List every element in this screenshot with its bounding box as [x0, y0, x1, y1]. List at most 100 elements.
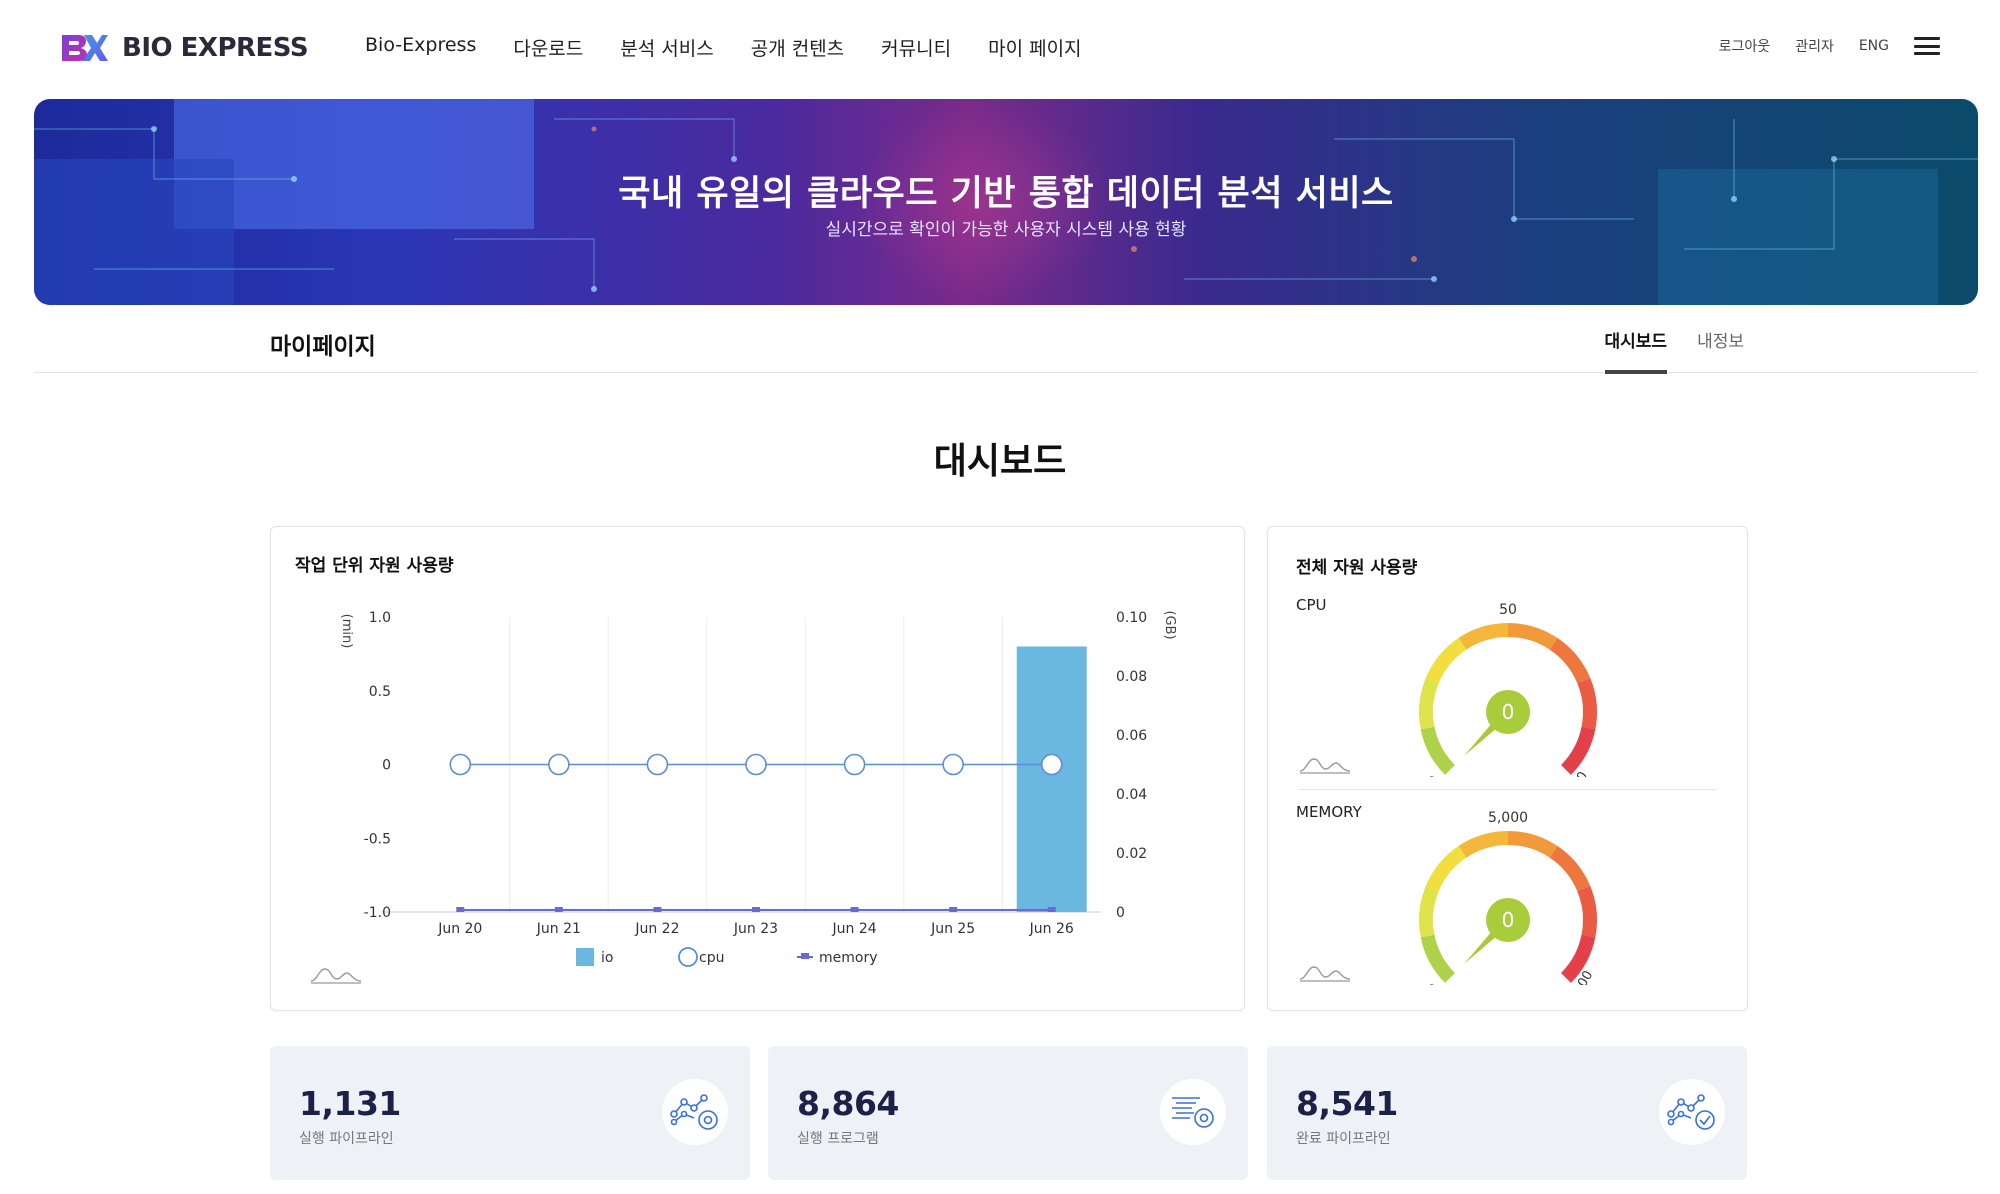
- x-axis-tick-label: Jun 21: [536, 921, 581, 937]
- left-axis-tick-label: 0.5: [369, 684, 391, 700]
- x-axis-tick-label: Jun 24: [832, 921, 877, 937]
- memory-gauge-value: 0: [1502, 908, 1515, 932]
- nav-item-analysis-service[interactable]: 분석 서비스: [620, 34, 713, 61]
- left-axis-label: (min): [339, 614, 354, 649]
- gauge-card-title: 전체 자원 사용량: [1296, 558, 1418, 578]
- cpu-gauge-arc-segment: [1420, 726, 1456, 775]
- pipeline-settings-icon: [662, 1079, 728, 1145]
- memory-point: [1047, 907, 1056, 912]
- nav-item-public-content[interactable]: 공개 컨텐츠: [751, 34, 844, 61]
- memory-point: [850, 907, 859, 912]
- right-axis-tick-label: 0.04: [1116, 787, 1147, 803]
- x-axis-tick-label: Jun 23: [733, 921, 778, 937]
- x-axis-tick-label: Jun 20: [437, 921, 482, 937]
- cpu-point: [548, 753, 570, 776]
- memory-gauge-arc-segment: [1425, 846, 1467, 892]
- legend-memory-swatch: [801, 953, 809, 959]
- admin-link[interactable]: 관리자: [1795, 36, 1834, 56]
- memory-point: [949, 907, 958, 912]
- x-axis-tick-label: Jun 26: [1029, 921, 1074, 937]
- usage-chart: 1.0 0.5 0 -0.5 -1.0 (min) 0.10 0.08 0.06 0.04 0.02…: [310, 610, 1177, 984]
- top-navigation-bar: BIO EXPRESS Bio-Express 다운로드 분석 서비스 공개 컨…: [0, 0, 2000, 98]
- bx-logo-icon: [62, 35, 108, 61]
- cpu-point: [1040, 753, 1063, 776]
- memory-gauge-arc-segment: [1458, 831, 1509, 858]
- stat-card-running-pipelines: 1,131 실행 파이프라인: [270, 1046, 750, 1180]
- job-resource-usage-card: 작업 단위 자원 사용량 1.0 0.5 0 -0.5 -1.0 (min) 0.10 0.0…: [270, 526, 1245, 1011]
- hero-banner: 국내 유일의 클라우드 기반 통합 데이터 분석 서비스 실시간으로 확인이 가…: [34, 99, 1978, 305]
- memory-gauge-mid-label: 5,000: [1488, 810, 1528, 826]
- language-link[interactable]: ENG: [1859, 38, 1889, 54]
- memory-gauge-label: MEMORY: [1296, 803, 1362, 821]
- legend-memory-label: memory: [819, 950, 878, 966]
- io-bar: [1016, 646, 1087, 912]
- right-axis-tick-label: 0.06: [1116, 728, 1147, 744]
- section-title: 대시보드: [933, 441, 1067, 482]
- page-title: 마이페이지: [270, 334, 376, 360]
- memory-gauge-min-label: 0: [1426, 982, 1443, 985]
- left-axis-tick-label: -0.5: [364, 831, 391, 847]
- cpu-gauge-arc-segment: [1507, 623, 1558, 650]
- logout-link[interactable]: 로그아웃: [1719, 36, 1771, 56]
- program-settings-icon: [1160, 1079, 1226, 1145]
- nav-item-download[interactable]: 다운로드: [513, 34, 583, 61]
- stat-label: 완료 파이프라인: [1296, 1131, 1391, 1147]
- left-axis-tick-label: 0: [382, 758, 391, 774]
- right-axis-tick-label: 0.08: [1116, 669, 1147, 685]
- x-axis-tick-label: Jun 25: [930, 921, 975, 937]
- chart-toggle-icon[interactable]: [310, 968, 362, 984]
- cpu-chart-toggle-icon[interactable]: [1298, 755, 1352, 775]
- nav-item-my-page[interactable]: 마이 페이지: [988, 34, 1081, 61]
- cpu-gauge-arc-segment: [1577, 677, 1597, 730]
- right-axis-tick-label: 0: [1116, 905, 1125, 921]
- stat-card-completed-pipelines: 8,541 완료 파이프라인: [1267, 1046, 1747, 1180]
- x-axis-tick-label: Jun 22: [634, 921, 679, 937]
- main-nav: Bio-Express 다운로드 분석 서비스 공개 컨텐츠 커뮤니티 마이 페…: [365, 34, 1082, 61]
- memory-gauge: 05,000010,000: [1419, 810, 1597, 985]
- memory-gauge-arc-segment: [1549, 846, 1591, 892]
- hamburger-icon[interactable]: [1914, 37, 1940, 55]
- total-resource-usage-card: 전체 자원 사용량 CPU 0500100 MEMORY 05,000010,0…: [1267, 526, 1748, 1011]
- cpu-gauge-arc-segment: [1560, 726, 1596, 775]
- legend-io-swatch: [576, 948, 594, 966]
- cpu-gauge-arc-segment: [1458, 623, 1509, 650]
- nav-item-bio-express[interactable]: Bio-Express: [365, 34, 476, 61]
- stat-label: 실행 파이프라인: [299, 1131, 394, 1147]
- bio-express-logo[interactable]: BIO EXPRESS: [60, 30, 309, 66]
- memory-point: [554, 907, 563, 912]
- cpu-point: [449, 753, 472, 776]
- pipeline-check-icon: [1659, 1079, 1725, 1145]
- cpu-gauge-value: 0: [1502, 700, 1515, 724]
- right-axis-tick-label: 0.10: [1116, 610, 1147, 626]
- left-axis-tick-label: 1.0: [369, 610, 391, 626]
- tab-dashboard[interactable]: 대시보드: [1604, 327, 1668, 374]
- legend-cpu-swatch: [678, 947, 698, 967]
- cpu-gauge-label: CPU: [1296, 596, 1327, 614]
- page-tabs: 대시보드 내정보: [1604, 327, 1744, 374]
- legend-io-label: io: [601, 950, 613, 966]
- memory-point: [456, 907, 465, 912]
- stat-label: 실행 프로그램: [797, 1131, 879, 1147]
- stat-value: 8,541: [1296, 1084, 1398, 1123]
- page-header: 마이페이지 대시보드 내정보: [34, 305, 1978, 374]
- stat-card-running-programs: 8,864 실행 프로그램: [768, 1046, 1248, 1180]
- banner-title: 국내 유일의 클라우드 기반 통합 데이터 분석 서비스: [618, 174, 1394, 214]
- memory-chart-toggle-icon[interactable]: [1298, 963, 1352, 983]
- tab-my-info[interactable]: 내정보: [1697, 327, 1744, 374]
- legend-cpu-label: cpu: [699, 950, 724, 966]
- nav-item-community[interactable]: 커뮤니티: [881, 34, 951, 61]
- cpu-gauge-arc-segment: [1425, 638, 1467, 684]
- stat-value: 8,864: [797, 1084, 899, 1123]
- cpu-gauge-arc-segment: [1419, 677, 1439, 730]
- cpu-point: [646, 753, 669, 776]
- cpu-gauge: 0500100: [1419, 602, 1597, 777]
- memory-gauge-arc-segment: [1507, 831, 1558, 858]
- cpu-point: [843, 753, 866, 776]
- memory-point: [752, 907, 760, 912]
- right-axis-label: (GB): [1162, 610, 1177, 639]
- left-axis-tick-label: -1.0: [364, 905, 391, 921]
- memory-point: [653, 907, 662, 912]
- stat-value: 1,131: [299, 1084, 401, 1123]
- logo-text: BIO EXPRESS: [122, 33, 309, 63]
- banner-subtitle: 실시간으로 확인이 가능한 사용자 시스템 사용 현황: [825, 220, 1187, 240]
